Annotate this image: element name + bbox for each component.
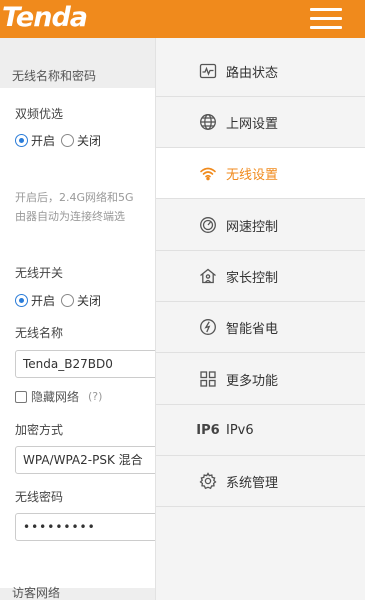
speed-icon xyxy=(199,216,217,234)
hamburger-icon-line xyxy=(310,8,342,11)
menu-item-label: 家长控制 xyxy=(226,270,279,286)
menu-item-router-status[interactable]: 路由状态 xyxy=(156,46,365,97)
ipv6-icon-text: IP6 xyxy=(196,422,220,438)
hamburger-icon-line xyxy=(310,17,342,20)
section-title: 无线名称和密码 xyxy=(12,69,97,83)
menu-item-internet-settings[interactable]: 上网设置 xyxy=(156,97,365,148)
hide-network-checkbox[interactable] xyxy=(15,390,27,403)
ssid-label: 无线名称 xyxy=(15,326,64,340)
hide-network-row: 隐藏网络 (?) xyxy=(15,388,102,405)
wireless-switch-radio-group: 开启 关闭 xyxy=(15,292,107,309)
side-menu: 路由状态 上网设置 无线设置 网速控制 家长控制 智能省电 更多功能 IP6 I… xyxy=(155,38,365,600)
top-bar: Tenda xyxy=(0,0,365,38)
menu-item-parental-control[interactable]: 家长控制 xyxy=(156,251,365,302)
grid-icon xyxy=(199,370,217,388)
menu-item-system-management[interactable]: 系统管理 xyxy=(156,456,365,507)
hide-network-label[interactable]: 隐藏网络 xyxy=(31,388,79,405)
encryption-label: 加密方式 xyxy=(15,423,64,437)
dual-band-off-label[interactable]: 关闭 xyxy=(77,132,101,149)
menu-item-label: 网速控制 xyxy=(226,219,279,235)
menu-item-ipv6[interactable]: IP6 IPv6 xyxy=(156,405,365,456)
menu-item-more-functions[interactable]: 更多功能 xyxy=(156,354,365,405)
dual-band-on-label[interactable]: 开启 xyxy=(31,132,55,149)
hide-network-help-icon[interactable]: (?) xyxy=(88,390,102,403)
globe-icon xyxy=(199,113,217,131)
wireless-on-radio[interactable] xyxy=(15,294,28,307)
dual-band-off-radio[interactable] xyxy=(61,134,75,147)
menu-item-speed-control[interactable]: 网速控制 xyxy=(156,200,365,251)
menu-item-label: 智能省电 xyxy=(226,321,279,337)
menu-toggle-button[interactable] xyxy=(310,8,342,30)
wireless-switch-label: 无线开关 xyxy=(15,266,64,280)
gear-icon xyxy=(199,472,217,490)
dual-band-radio-group: 开启 关闭 xyxy=(15,132,107,149)
home-icon xyxy=(199,267,217,285)
hamburger-icon-line xyxy=(310,26,342,29)
power-icon xyxy=(199,318,217,336)
guest-network-title: 访客网络 xyxy=(12,586,61,600)
dual-band-label: 双频优选 xyxy=(15,107,64,121)
menu-item-label: 无线设置 xyxy=(226,167,279,183)
wireless-on-label[interactable]: 开启 xyxy=(31,292,55,309)
menu-item-label: 更多功能 xyxy=(226,373,279,389)
menu-item-power-saving[interactable]: 智能省电 xyxy=(156,302,365,353)
menu-item-label: 上网设置 xyxy=(226,116,279,132)
menu-item-wireless-settings[interactable]: 无线设置 xyxy=(156,148,365,199)
ipv6-icon: IP6 xyxy=(196,421,220,439)
tenda-logo[interactable]: Tenda xyxy=(2,0,88,38)
password-label: 无线密码 xyxy=(15,490,64,504)
status-icon xyxy=(199,62,217,80)
wifi-icon xyxy=(199,164,217,182)
dual-band-on-radio[interactable] xyxy=(15,134,28,147)
wireless-off-label[interactable]: 关闭 xyxy=(77,292,101,309)
wireless-off-radio[interactable] xyxy=(61,294,75,307)
menu-item-label: IPv6 xyxy=(226,422,254,438)
menu-item-label: 路由状态 xyxy=(226,65,279,81)
menu-item-label: 系统管理 xyxy=(226,475,279,491)
